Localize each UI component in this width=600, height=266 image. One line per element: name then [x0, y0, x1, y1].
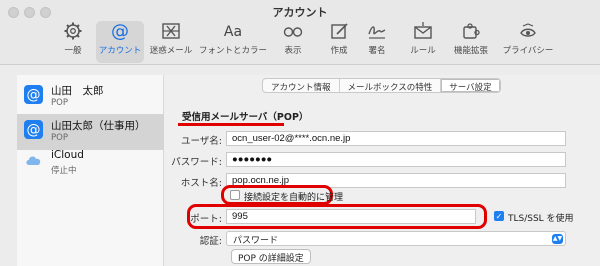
password-field[interactable]: ●●●●●●● [226, 152, 566, 167]
section-title: 受信用メールサーバ（POP） [182, 112, 309, 123]
account-status: 停止中 [51, 166, 77, 176]
auth-label: 認証: [199, 236, 222, 247]
toolbar-item-signatures[interactable]: 署名 [360, 21, 394, 63]
glasses-icon [283, 27, 303, 37]
auto-manage-label: 接続設定を自動的に管理 [244, 193, 344, 203]
section-title-highlight [178, 123, 284, 126]
account-type: POP [51, 133, 68, 143]
auto-manage-checkbox[interactable] [230, 190, 240, 200]
toolbar-item-privacy[interactable]: プライバシー [500, 21, 556, 63]
account-item-yamada-taro[interactable]: @ 山田 太郎 POP [17, 79, 164, 115]
svg-text:@: @ [27, 122, 41, 138]
signature-icon [368, 26, 386, 39]
at-sign-icon: @ [24, 85, 43, 104]
toolbar-item-label: フォントとカラー [199, 46, 268, 56]
toolbar-item-label: 迷惑メール [149, 46, 193, 56]
toolbar-item-label: 表示 [284, 46, 302, 56]
compose-icon [331, 23, 348, 39]
svg-text:@: @ [27, 87, 41, 103]
privacy-icon [520, 23, 536, 37]
tab-account-info[interactable]: アカウント情報 [263, 79, 340, 92]
tls-label: TLS/SSL を使用 [508, 214, 574, 224]
username-field[interactable]: ocn_user-02@****.ocn.ne.jp [226, 131, 566, 146]
chevron-up-down-icon: ▲▼ [552, 234, 563, 244]
account-type: POP [51, 98, 68, 108]
font-glyph: Aa [224, 24, 242, 40]
account-name: 山田太郎（仕事用） [51, 120, 146, 132]
password-label: パスワード: [171, 157, 222, 168]
svg-text:@: @ [111, 21, 129, 41]
toolbar-item-label: 機能拡張 [453, 46, 488, 56]
tab-mailbox-behaviors[interactable]: メールボックスの特性 [340, 79, 442, 92]
toolbar-item-composing[interactable]: 作成 [322, 21, 356, 63]
toolbar-item-viewing[interactable]: 表示 [276, 21, 310, 63]
toolbar: アカウント 一般 @ アカウント 迷惑メール Aa フォントとカラー 表示 作成… [0, 0, 600, 65]
settings-tabs: アカウント情報 メールボックスの特性 サーバ設定 [262, 78, 501, 93]
toolbar-item-fonts-colors[interactable]: Aa フォントとカラー [199, 21, 267, 63]
port-label: ポート: [190, 214, 222, 225]
tab-server-settings[interactable]: サーバ設定 [441, 79, 500, 92]
auth-select[interactable]: パスワード ▲▼ [226, 231, 566, 246]
server-settings-pane: アカウント情報 メールボックスの特性 サーバ設定 受信用メールサーバ（POP） … [164, 75, 600, 266]
toolbar-item-label: 署名 [368, 46, 386, 56]
at-sign-icon: @ [24, 120, 43, 139]
toolbar-item-label: プライバシー [502, 46, 554, 56]
toolbar-item-label: 作成 [330, 46, 348, 56]
toolbar-item-label: アカウント [98, 46, 142, 56]
toolbar-item-junk-mail[interactable]: 迷惑メール [146, 21, 196, 63]
font-icon: Aa [224, 24, 242, 40]
host-label: ホスト名: [180, 178, 222, 189]
cloud-icon [26, 156, 41, 165]
gear-icon [64, 22, 82, 40]
toolbar-item-accounts[interactable]: @ アカウント [96, 21, 144, 63]
at-sign-icon: @ [111, 21, 129, 41]
account-name: 山田 太郎 [51, 85, 104, 97]
toolbar-item-label: 一般 [64, 46, 82, 56]
username-label: ユーザ名: [180, 136, 222, 147]
toolbar-item-rules[interactable]: ルール [406, 21, 440, 63]
tls-checkbox[interactable]: ✓ [494, 211, 504, 221]
junk-mail-icon [162, 23, 180, 39]
toolbar-item-extensions[interactable]: 機能拡張 [449, 21, 493, 63]
port-field[interactable]: 995 [226, 209, 476, 224]
auth-select-value: パスワード [233, 236, 279, 246]
toolbar-item-label: ルール [410, 46, 436, 56]
account-name: iCloud [51, 149, 84, 161]
toolbar-item-general[interactable]: 一般 [56, 21, 90, 63]
window-title: アカウント [272, 6, 328, 19]
pop-details-button[interactable]: POP の詳細設定 [231, 249, 311, 264]
extensions-icon [463, 23, 480, 39]
rules-icon [414, 22, 432, 39]
